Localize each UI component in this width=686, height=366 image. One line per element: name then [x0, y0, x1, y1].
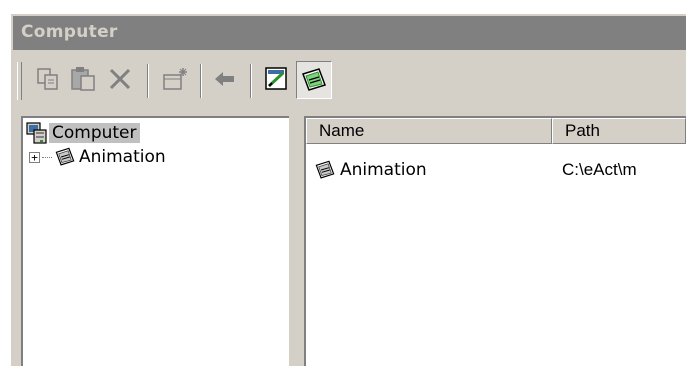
edit-icon: [265, 67, 287, 90]
tree-node-computer[interactable]: Computer: [25, 122, 140, 144]
list-header: Name Path: [306, 118, 686, 144]
paste-icon: [71, 67, 95, 91]
toolbar: [13, 54, 686, 106]
delete-icon: [109, 68, 131, 90]
toolbar-separator: [147, 64, 149, 98]
edit-button[interactable]: [260, 61, 294, 97]
toolbar-separator: [250, 64, 252, 98]
tree-label-animation: Animation: [79, 147, 166, 167]
list-item-path: C:\eAct\m: [562, 160, 637, 179]
animation-view-button[interactable]: [296, 61, 332, 99]
window-title: Computer: [21, 22, 118, 42]
list-item-name: Animation: [340, 160, 427, 180]
copy-icon: [37, 68, 58, 90]
tree-label-computer: Computer: [49, 123, 140, 143]
new-item-button[interactable]: [158, 61, 192, 97]
list-item[interactable]: Animation C:\eAct\m: [314, 158, 637, 182]
animation-icon: [315, 160, 335, 179]
folder-tree[interactable]: Computer + Animation: [21, 116, 289, 366]
tree-connector: [42, 156, 52, 158]
animation-icon: [302, 68, 326, 91]
delete-button[interactable]: [103, 61, 137, 97]
title-bar[interactable]: Computer: [13, 16, 686, 50]
column-header-name[interactable]: Name: [306, 118, 552, 144]
column-header-path[interactable]: Path: [552, 118, 686, 144]
expand-icon[interactable]: +: [29, 151, 40, 163]
explorer-window: Computer Computer + Animation Name Path …: [10, 13, 686, 366]
file-list[interactable]: Name Path Animation C:\eAct\m: [304, 116, 686, 366]
copy-button[interactable]: [31, 61, 65, 97]
tree-node-animation[interactable]: + Animation: [29, 146, 169, 168]
toolbar-grip[interactable]: [17, 62, 22, 100]
animation-icon: [55, 147, 75, 166]
computer-icon: [26, 122, 47, 144]
back-arrow-icon: [215, 72, 234, 86]
back-button[interactable]: [208, 61, 242, 97]
new-item-icon: [163, 68, 187, 90]
toolbar-separator: [200, 64, 202, 98]
paste-button[interactable]: [66, 61, 100, 97]
